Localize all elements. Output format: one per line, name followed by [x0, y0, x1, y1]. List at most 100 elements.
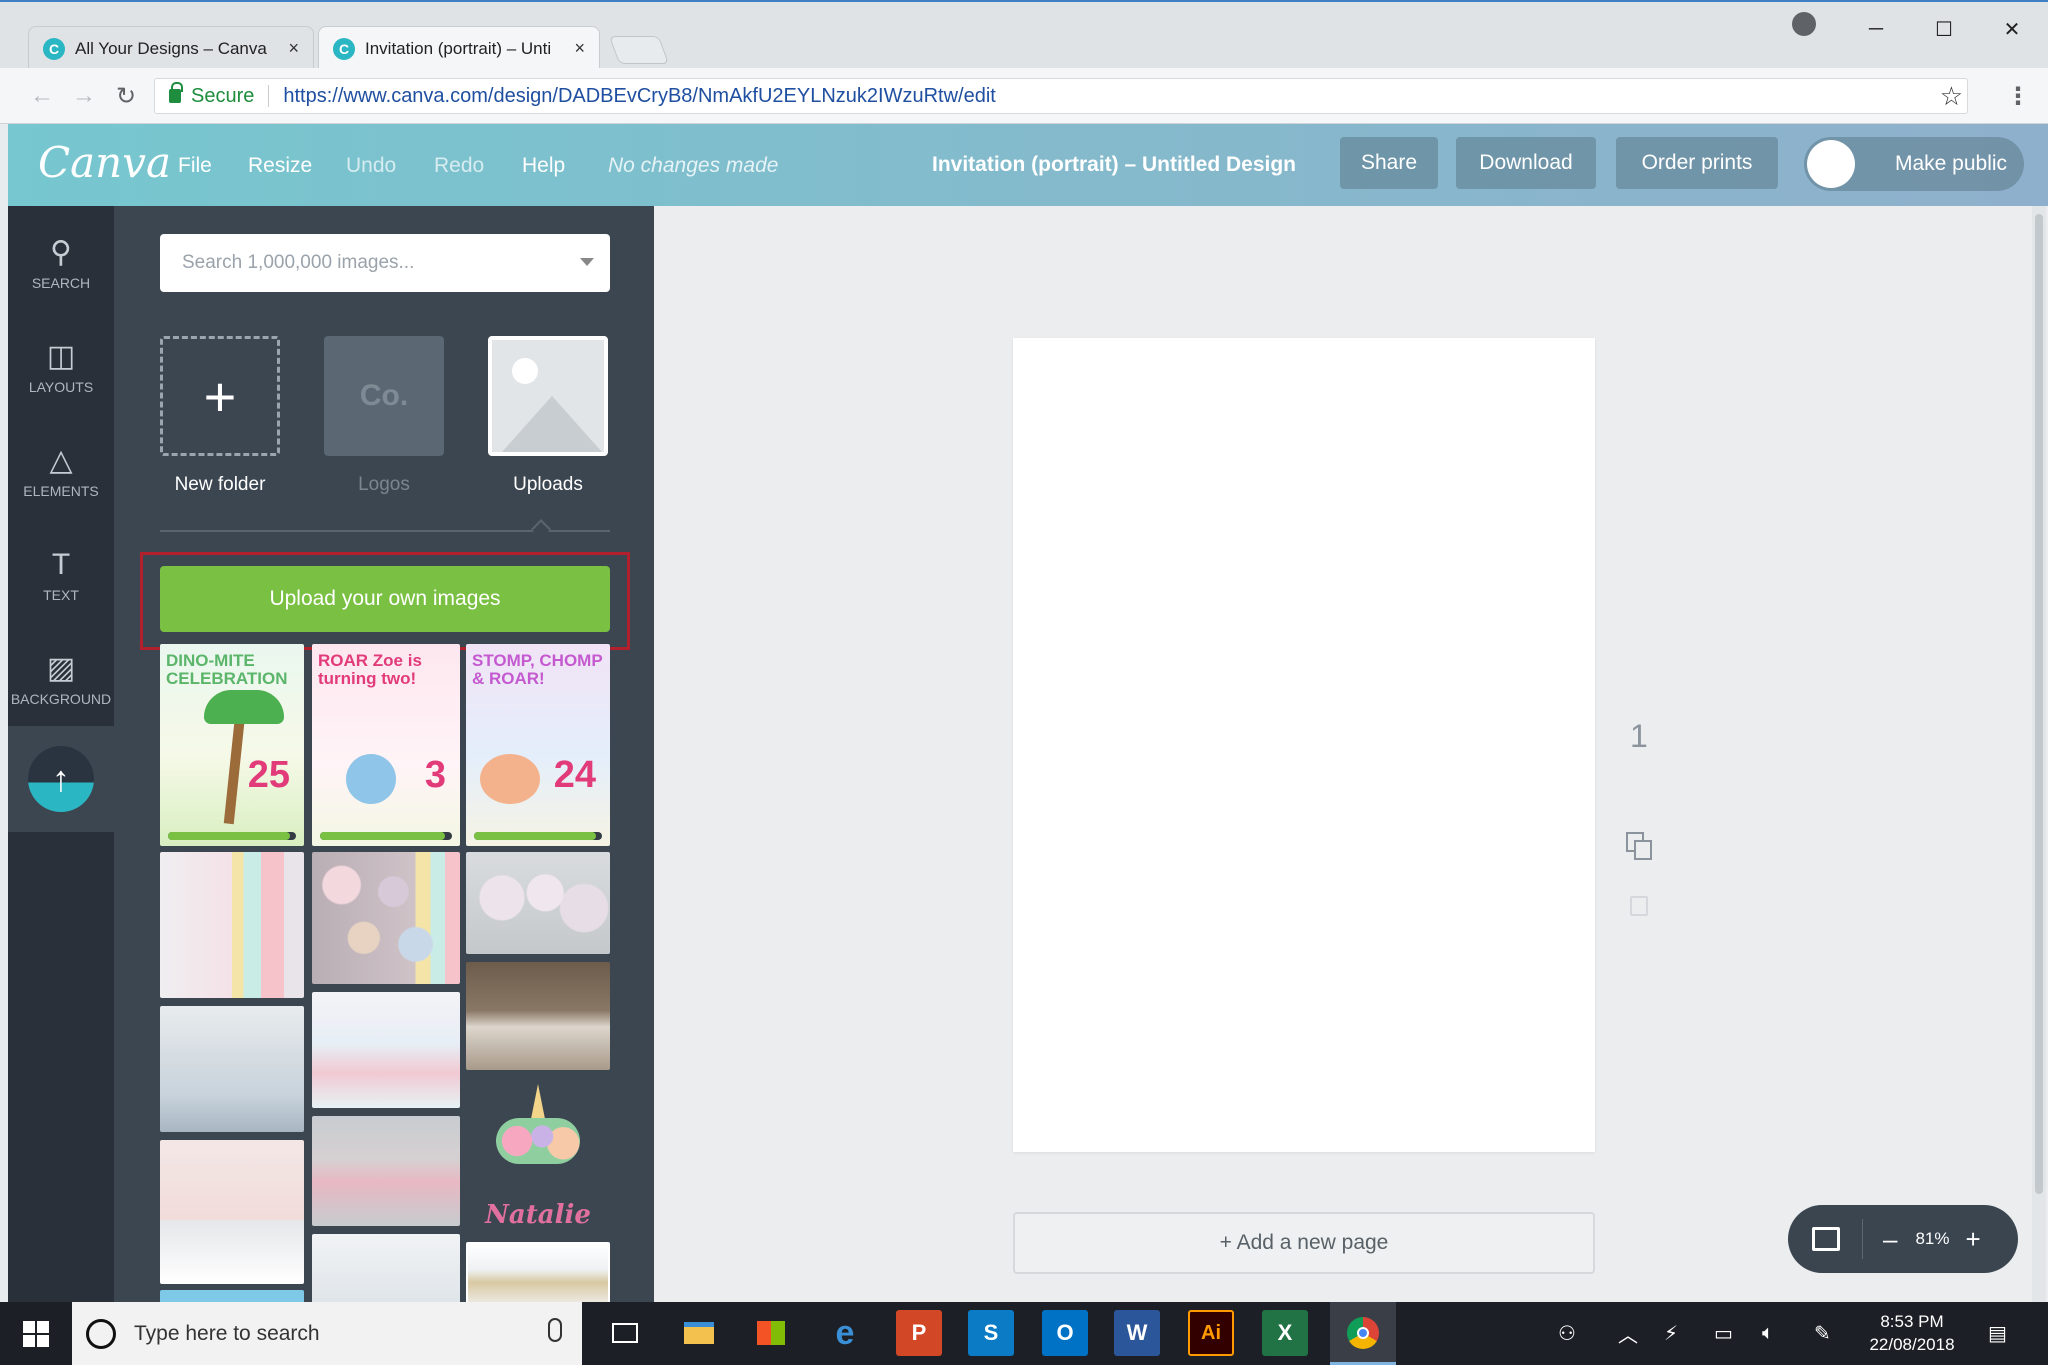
uploaded-image-easter-eggs[interactable]: [312, 852, 460, 984]
workspace-scrollbar[interactable]: [2032, 206, 2046, 1302]
uploaded-image-canopy-bedroom[interactable]: [160, 1006, 304, 1132]
bookmark-star-icon[interactable]: ☆: [1940, 81, 1963, 112]
uploaded-image-dino-invite[interactable]: DINO-MITE CELEBRATION 25: [160, 644, 304, 846]
clock-date: 22/08/2018: [1869, 1335, 1955, 1354]
store-icon[interactable]: [748, 1310, 794, 1356]
folder-new[interactable]: + New folder: [160, 336, 280, 496]
show-hidden-icons-chevron-icon[interactable]: ︿: [1618, 1302, 1638, 1365]
chevron-down-icon[interactable]: [580, 258, 594, 266]
uploaded-image-white-room[interactable]: [312, 1234, 460, 1302]
uploaded-image-party-set[interactable]: [466, 1242, 610, 1302]
uploaded-image-partial[interactable]: [160, 1290, 304, 1302]
edge-icon[interactable]: e: [822, 1310, 868, 1356]
download-button[interactable]: Download: [1456, 137, 1596, 189]
windows-taskbar: Type here to search e P S O W Ai X ⚇ ︿ ⚡…: [0, 1302, 2048, 1365]
close-tab-icon[interactable]: ×: [288, 38, 299, 59]
chrome-icon[interactable]: [1340, 1310, 1386, 1356]
uploaded-image-playroom[interactable]: [312, 992, 460, 1108]
uploaded-image-name-script[interactable]: Natalie: [466, 1192, 610, 1238]
profile-icon[interactable]: [1792, 12, 1816, 36]
minimize-icon[interactable]: ─: [1856, 12, 1896, 46]
reload-icon[interactable]: ↻: [110, 80, 142, 112]
rail-item-text[interactable]: T TEXT: [8, 526, 114, 626]
zoom-level[interactable]: 81%: [1915, 1229, 1949, 1249]
sharepoint-icon[interactable]: S: [968, 1310, 1014, 1356]
design-page[interactable]: [1013, 338, 1595, 1152]
powerpoint-icon[interactable]: P: [896, 1310, 942, 1356]
uploaded-image-nursery[interactable]: [466, 962, 610, 1070]
uploaded-image-pastel-lanterns[interactable]: [160, 852, 304, 998]
menu-help[interactable]: Help: [522, 154, 565, 178]
volume-muted-icon[interactable]: 🔈︎: [1762, 1302, 1774, 1365]
system-clock[interactable]: 8:53 PM 22/08/2018: [1862, 1310, 1962, 1356]
uploaded-image-bunting[interactable]: [312, 1116, 460, 1226]
network-icon[interactable]: ⚡: [1664, 1302, 1678, 1365]
task-view-icon[interactable]: [602, 1310, 648, 1356]
back-icon[interactable]: ←: [26, 80, 58, 112]
microphone-icon[interactable]: [548, 1318, 562, 1342]
rail-label: SEARCH: [31, 275, 91, 291]
rail-item-elements[interactable]: △ ELEMENTS: [8, 422, 114, 522]
new-tab-button[interactable]: [608, 36, 670, 64]
windows-logo-icon: [23, 1320, 49, 1347]
maximize-icon[interactable]: ☐: [1924, 12, 1964, 46]
illustrator-icon[interactable]: Ai: [1188, 1310, 1234, 1356]
search-icon: ⚲: [50, 236, 72, 269]
close-window-icon[interactable]: ✕: [1992, 12, 2032, 46]
rail-item-search[interactable]: ⚲ SEARCH: [8, 214, 114, 314]
upload-your-own-images-button[interactable]: Upload your own images: [160, 566, 610, 632]
pen-ink-icon[interactable]: ✎: [1814, 1302, 1831, 1365]
folder-label: Uploads: [513, 474, 583, 495]
scrollbar-thumb[interactable]: [2035, 214, 2043, 1194]
uploaded-image-cake-pops[interactable]: [466, 852, 610, 954]
design-title[interactable]: Invitation (portrait) – Untitled Design: [932, 153, 1296, 177]
address-bar[interactable]: Secure https://www.canva.com/design/DADB…: [154, 78, 1968, 114]
make-public-label: Make public: [1895, 152, 2008, 175]
uploaded-image-stomp-invite[interactable]: STOMP, CHOMP & ROAR! 24: [466, 644, 610, 846]
image-search-input[interactable]: Search 1,000,000 images...: [160, 234, 610, 292]
rail-item-layouts[interactable]: ◫ LAYOUTS: [8, 318, 114, 418]
text-icon: T: [51, 548, 71, 581]
start-button[interactable]: [0, 1302, 72, 1365]
make-public-toggle[interactable]: Make public: [1804, 137, 2024, 191]
browser-tab-all-designs[interactable]: C All Your Designs – Canva ×: [28, 26, 314, 70]
forward-icon[interactable]: →: [68, 80, 100, 112]
menu-redo[interactable]: Redo: [434, 154, 484, 178]
canva-logo[interactable]: Canva: [38, 138, 171, 187]
thumb-number: 25: [247, 754, 290, 796]
delete-page-icon[interactable]: [1630, 896, 1648, 916]
upload-progress: [474, 832, 602, 840]
folder-uploads[interactable]: Uploads: [488, 336, 608, 496]
rail-label: ELEMENTS: [23, 483, 99, 499]
close-tab-icon[interactable]: ×: [574, 38, 585, 59]
outlook-icon[interactable]: O: [1042, 1310, 1088, 1356]
add-new-page-button[interactable]: + Add a new page: [1013, 1212, 1595, 1274]
rail-item-background[interactable]: ▨ BACKGROUND: [8, 630, 114, 730]
uploaded-image-roar-invite[interactable]: ROAR Zoe is turning two! 3: [312, 644, 460, 846]
cortana-icon: [86, 1318, 116, 1349]
lock-icon: [169, 82, 183, 103]
taskbar-search-box[interactable]: Type here to search: [72, 1302, 582, 1365]
share-button[interactable]: Share: [1340, 137, 1438, 189]
action-center-icon[interactable]: ▤: [1988, 1302, 2007, 1365]
menu-resize[interactable]: Resize: [248, 154, 312, 178]
duplicate-page-icon[interactable]: [1626, 832, 1654, 862]
excel-icon[interactable]: X: [1262, 1310, 1308, 1356]
zoom-out-button[interactable]: –: [1883, 1224, 1897, 1255]
battery-icon[interactable]: ▭: [1714, 1302, 1733, 1365]
browser-menu-icon[interactable]: ⋮: [2006, 82, 2030, 111]
zoom-in-button[interactable]: +: [1966, 1224, 1981, 1255]
menu-file[interactable]: File: [178, 154, 212, 178]
uploaded-image-unicorn[interactable]: [466, 1078, 610, 1188]
uploaded-image-pink-dots-room[interactable]: [160, 1140, 304, 1284]
word-icon[interactable]: W: [1114, 1310, 1160, 1356]
rail-item-uploads[interactable]: ↑: [8, 726, 114, 832]
folder-logos[interactable]: Co. Logos: [324, 336, 444, 496]
file-explorer-icon[interactable]: [676, 1310, 722, 1356]
browser-tab-invitation[interactable]: C Invitation (portrait) – Unti ×: [318, 26, 600, 70]
menu-undo[interactable]: Undo: [346, 154, 396, 178]
present-icon[interactable]: [1812, 1227, 1840, 1251]
people-icon[interactable]: ⚇: [1558, 1302, 1576, 1365]
background-pattern-icon: ▨: [46, 652, 76, 685]
order-prints-button[interactable]: Order prints: [1616, 137, 1778, 189]
